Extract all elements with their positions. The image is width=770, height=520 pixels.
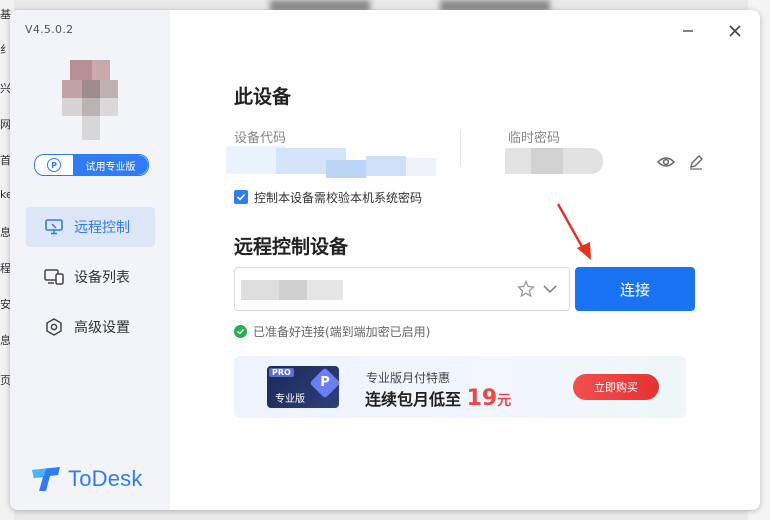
pencil-icon [690, 155, 703, 170]
brand-name: ToDesk [68, 466, 143, 491]
promo-unit: 元 [497, 393, 512, 409]
version-label: V4.5.0.2 [25, 23, 74, 36]
sidebar-item-label: 设备列表 [74, 270, 130, 286]
connect-button[interactable]: 连接 [575, 267, 695, 311]
promo-banner[interactable]: PRO 专业版 P 专业版月付特惠 连续包月低至 19元 立即购买 [234, 356, 686, 418]
promo-headline: 连续包月低至 19元 [365, 386, 512, 411]
device-code-value[interactable] [226, 142, 436, 182]
pro-card-label: 专业版 [275, 394, 305, 405]
avatar[interactable] [60, 60, 120, 150]
main-content: 此设备 设备代码 临时密码 控制本设备需校验本机系统密码 远程控制设备 连接 已… [170, 10, 760, 510]
verify-password-checkbox[interactable] [234, 190, 248, 204]
temp-password-value[interactable] [505, 144, 605, 180]
monitor-icon [44, 217, 64, 237]
check-circle-icon [234, 325, 247, 338]
remote-device-code-input[interactable] [234, 267, 570, 311]
pro-tag: PRO [269, 368, 294, 377]
divider [460, 130, 461, 166]
promo-price: 19 [466, 386, 498, 411]
chevron-down-icon[interactable] [542, 281, 560, 299]
sidebar: V4.5.0.2 P 试用专业版 远程控制 设备列表 高级设置 ToDesk [10, 10, 170, 510]
trial-badge-label: 试用专业版 [73, 155, 148, 175]
pro-card-image: PRO 专业版 P [267, 366, 341, 408]
sidebar-item-label: 远程控制 [74, 220, 130, 236]
promo-subtitle: 专业版月付特惠 [366, 371, 451, 385]
pro-p-icon: P [47, 158, 61, 172]
todesk-logo: ToDesk [30, 466, 143, 492]
todesk-logo-icon [32, 467, 60, 491]
eye-icon [656, 157, 676, 167]
status-text: 已准备好连接(端到端加密已启用) [253, 325, 431, 339]
hexagon-settings-icon [44, 317, 64, 337]
trial-pro-badge[interactable]: P 试用专业版 [34, 154, 149, 176]
todesk-window: V4.5.0.2 P 试用专业版 远程控制 设备列表 高级设置 ToDesk 此… [10, 10, 760, 510]
sidebar-item-device-list[interactable]: 设备列表 [26, 257, 155, 297]
checkmark-icon [236, 193, 246, 201]
pro-p-icon: P [309, 367, 341, 399]
this-device-title: 此设备 [234, 86, 292, 108]
sidebar-item-remote-control[interactable]: 远程控制 [26, 207, 155, 247]
remote-control-title: 远程控制设备 [234, 236, 349, 258]
connection-status: 已准备好连接(端到端加密已启用) [234, 323, 430, 340]
buy-now-button[interactable]: 立即购买 [573, 374, 659, 400]
sidebar-item-advanced-settings[interactable]: 高级设置 [26, 307, 155, 347]
verify-password-label: 控制本设备需校验本机系统密码 [254, 191, 423, 205]
devices-icon [44, 267, 64, 287]
favorite-star-icon[interactable] [516, 279, 537, 300]
show-password-button[interactable] [656, 154, 677, 174]
red-arrow-annotation [556, 203, 591, 260]
edit-password-button[interactable] [688, 154, 706, 172]
sidebar-item-label: 高级设置 [74, 320, 130, 336]
